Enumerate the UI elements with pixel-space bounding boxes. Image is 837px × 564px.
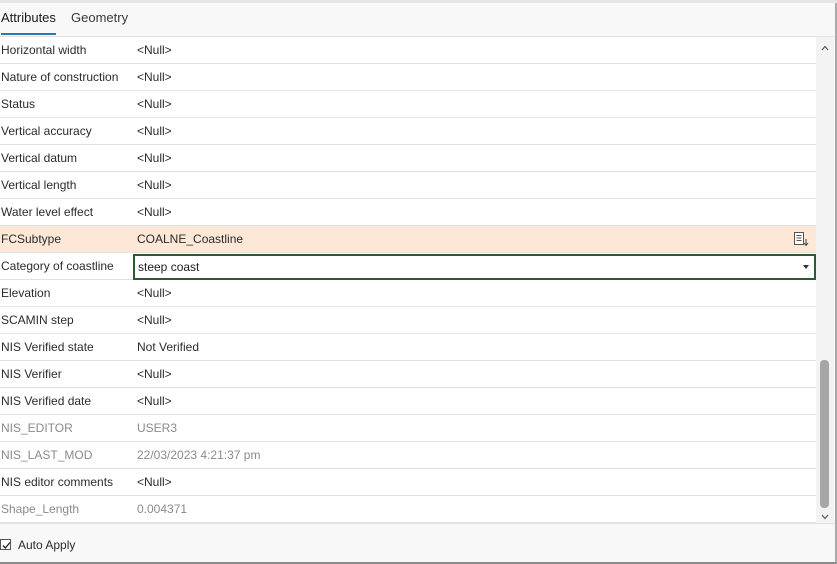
attribute-row-horizontal-width[interactable]: Horizontal width <Null> bbox=[0, 37, 816, 64]
tab-geometry-label: Geometry bbox=[71, 10, 129, 25]
chevron-down-icon[interactable] bbox=[820, 511, 830, 521]
attribute-row-water-level-effect[interactable]: Water level effect <Null> bbox=[0, 199, 816, 226]
field-name: Nature of construction bbox=[1, 70, 119, 84]
auto-apply-checkbox[interactable] bbox=[0, 539, 11, 550]
checkmark-icon bbox=[2, 542, 11, 549]
attribute-row-nis-verified-date[interactable]: NIS Verified date <Null> bbox=[0, 388, 816, 415]
field-value[interactable]: <Null> bbox=[137, 97, 172, 111]
field-name: Horizontal width bbox=[1, 43, 87, 57]
field-name: SCAMIN step bbox=[1, 313, 74, 327]
field-value[interactable]: <Null> bbox=[137, 178, 172, 192]
field-value[interactable]: <Null> bbox=[137, 475, 172, 489]
tab-attributes[interactable]: Attributes bbox=[1, 10, 56, 35]
field-value: 0.004371 bbox=[137, 502, 188, 516]
field-value[interactable]: <Null> bbox=[137, 124, 172, 138]
dropdown-selected-value: steep coast bbox=[138, 260, 200, 274]
field-value[interactable]: <Null> bbox=[137, 43, 172, 57]
field-value[interactable]: <Null> bbox=[137, 286, 172, 300]
attribute-row-elevation[interactable]: Elevation <Null> bbox=[0, 280, 816, 307]
footer-bar: Auto Apply bbox=[0, 523, 835, 562]
tab-geometry[interactable]: Geometry bbox=[71, 10, 128, 30]
attribute-row-scamin-step[interactable]: SCAMIN step <Null> bbox=[0, 307, 816, 334]
attribute-row-nis-editor: NIS_EDITOR USER3 bbox=[0, 415, 816, 442]
attribute-row-fcsubtype[interactable]: FCSubtype COALNE_Coastline bbox=[0, 226, 816, 253]
attribute-row-vertical-length[interactable]: Vertical length <Null> bbox=[0, 172, 816, 199]
field-value[interactable]: COALNE_Coastline bbox=[137, 232, 243, 246]
field-value: USER3 bbox=[137, 421, 178, 435]
attributes-pane: Attributes Geometry Horizontal width <Nu… bbox=[0, 0, 837, 564]
field-value[interactable]: <Null> bbox=[137, 151, 172, 165]
field-name: NIS Verifier bbox=[1, 367, 62, 381]
attribute-row-vertical-datum[interactable]: Vertical datum <Null> bbox=[0, 145, 816, 172]
field-name: Vertical length bbox=[1, 178, 77, 192]
vertical-scrollbar[interactable] bbox=[816, 37, 834, 523]
field-name: Elevation bbox=[1, 286, 51, 300]
category-of-coastline-dropdown[interactable]: steep coast bbox=[133, 254, 816, 280]
field-value[interactable]: <Null> bbox=[137, 205, 172, 219]
chevron-down-icon[interactable] bbox=[803, 265, 809, 269]
attribute-row-nis-editor-comments[interactable]: NIS editor comments <Null> bbox=[0, 469, 816, 496]
auto-apply-label[interactable]: Auto Apply bbox=[18, 538, 75, 552]
field-name: NIS_EDITOR bbox=[1, 421, 73, 435]
field-name: Vertical accuracy bbox=[1, 124, 92, 138]
field-value[interactable]: Not Verified bbox=[137, 340, 199, 354]
subtype-list-icon[interactable] bbox=[793, 231, 809, 247]
field-name: Water level effect bbox=[1, 205, 94, 219]
field-name: FCSubtype bbox=[1, 232, 62, 246]
field-name: NIS Verified state bbox=[1, 340, 94, 354]
attribute-row-shape-length: Shape_Length 0.004371 bbox=[0, 496, 816, 523]
field-name: Status bbox=[1, 97, 36, 111]
attribute-grid: Horizontal width <Null> Nature of constr… bbox=[0, 37, 816, 523]
active-tab-indicator bbox=[1, 33, 56, 35]
attribute-row-vertical-accuracy[interactable]: Vertical accuracy <Null> bbox=[0, 118, 816, 145]
attribute-row-nis-last-mod: NIS_LAST_MOD 22/03/2023 4:21:37 pm bbox=[0, 442, 816, 469]
attribute-row-status[interactable]: Status <Null> bbox=[0, 91, 816, 118]
field-value[interactable]: <Null> bbox=[137, 367, 172, 381]
field-value: 22/03/2023 4:21:37 pm bbox=[137, 448, 261, 462]
field-name: Vertical datum bbox=[1, 151, 78, 165]
field-value[interactable]: <Null> bbox=[137, 394, 172, 408]
attribute-row-category-of-coastline[interactable]: Category of coastline steep coast bbox=[0, 253, 816, 280]
field-name: NIS Verified date bbox=[1, 394, 92, 408]
attribute-row-nis-verifier[interactable]: NIS Verifier <Null> bbox=[0, 361, 816, 388]
field-name: NIS_LAST_MOD bbox=[1, 448, 93, 462]
attribute-row-nature-of-construction[interactable]: Nature of construction <Null> bbox=[0, 64, 816, 91]
attribute-row-nis-verified-state[interactable]: NIS Verified state Not Verified bbox=[0, 334, 816, 361]
chevron-up-icon[interactable] bbox=[820, 42, 830, 52]
tab-strip: Attributes Geometry bbox=[0, 3, 835, 37]
field-value[interactable]: <Null> bbox=[137, 313, 172, 327]
tab-attributes-label: Attributes bbox=[1, 10, 56, 25]
field-value[interactable]: <Null> bbox=[137, 70, 172, 84]
scrollbar-thumb[interactable] bbox=[820, 360, 829, 508]
field-name: NIS editor comments bbox=[1, 475, 114, 489]
field-name: Category of coastline bbox=[1, 259, 114, 273]
field-name: Shape_Length bbox=[1, 502, 80, 516]
